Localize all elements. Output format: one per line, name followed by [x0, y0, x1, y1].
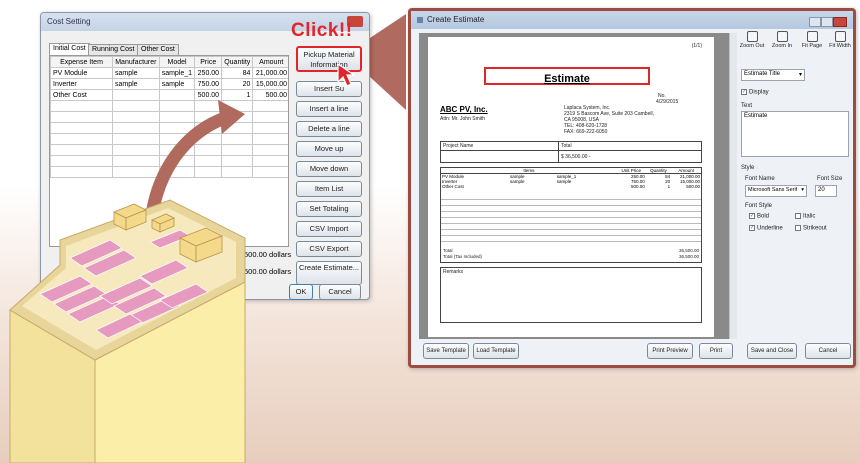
house-illustration [9, 100, 246, 463]
